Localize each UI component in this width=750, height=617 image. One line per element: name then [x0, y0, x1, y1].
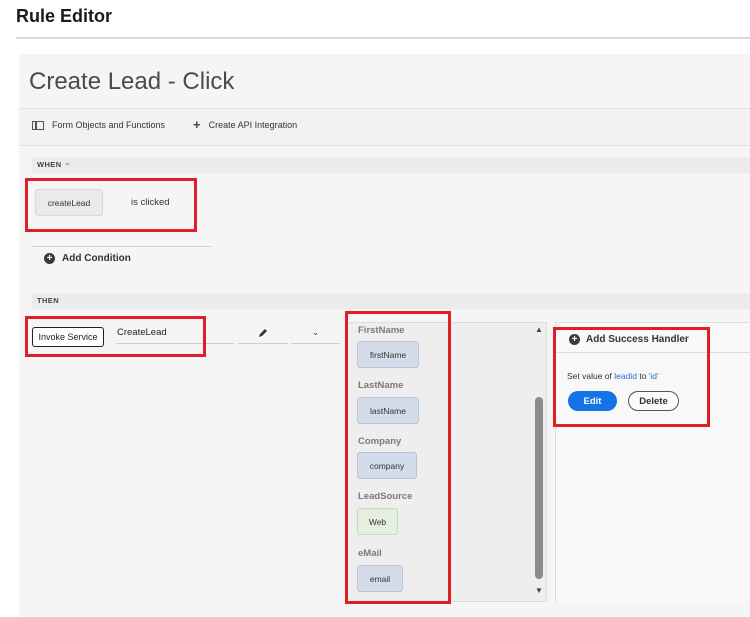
- plus-icon: +: [193, 117, 201, 132]
- add-condition-button[interactable]: + Add Condition: [44, 253, 131, 264]
- when-label: WHEN: [37, 160, 62, 169]
- highlight-box: [345, 311, 451, 604]
- create-api-integration-button[interactable]: + Create API Integration: [193, 117, 298, 132]
- panel-icon: [32, 120, 44, 130]
- title-divider: [16, 37, 750, 39]
- scrollbar-thumb[interactable]: [535, 397, 543, 579]
- pencil-icon[interactable]: [238, 322, 288, 344]
- chevron-down-icon[interactable]: ⌄: [64, 158, 71, 167]
- highlight-box: [25, 316, 206, 357]
- app-title: Rule Editor: [16, 6, 113, 26]
- when-divider: [32, 246, 212, 247]
- scroll-up-icon[interactable]: ▲: [533, 325, 545, 334]
- then-label: THEN: [37, 296, 60, 305]
- toolbar: Form Objects and Functions + Create API …: [19, 108, 750, 146]
- add-condition-label: Add Condition: [62, 253, 131, 264]
- form-objects-button[interactable]: Form Objects and Functions: [32, 120, 165, 130]
- chevron-down-icon[interactable]: ⌄: [291, 322, 340, 344]
- when-section-header[interactable]: [32, 157, 750, 173]
- form-objects-label: Form Objects and Functions: [52, 120, 166, 130]
- scroll-down-icon[interactable]: ▼: [533, 586, 545, 595]
- then-section-header: [32, 293, 750, 309]
- add-circle-icon: +: [44, 253, 55, 264]
- create-api-label: Create API Integration: [208, 120, 298, 130]
- rule-name: Create Lead - Click: [29, 68, 235, 95]
- highlight-box: [25, 178, 197, 232]
- highlight-box: [553, 327, 710, 427]
